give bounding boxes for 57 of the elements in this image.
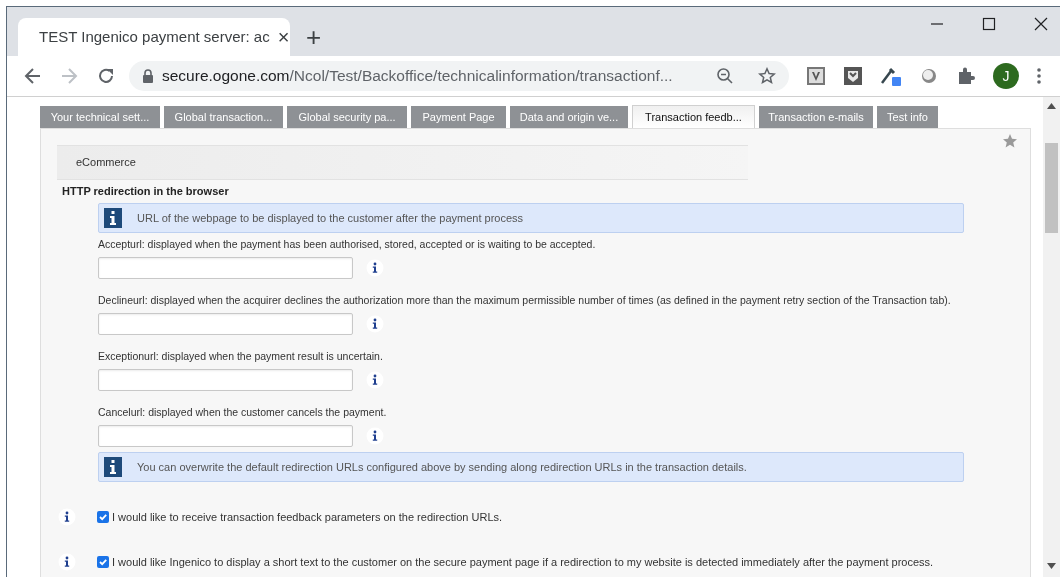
field-label: Accepturl: displayed when the payment has been authorised, stored, accepted or is waiting to be accepted. xyxy=(98,237,596,251)
eyedropper-icon[interactable] xyxy=(880,65,902,87)
info-icon xyxy=(104,208,122,228)
section-title: eCommerce xyxy=(76,155,136,171)
page-tab[interactable]: Global transaction... xyxy=(164,106,283,128)
profile-avatar[interactable]: J xyxy=(993,63,1019,89)
sphere-icon[interactable] xyxy=(919,66,939,86)
page-tab[interactable]: Transaction feedb... xyxy=(632,105,755,128)
page-tab[interactable]: Data and origin ve... xyxy=(510,106,628,128)
zoom-out-icon[interactable] xyxy=(716,67,734,85)
page-tab[interactable]: Test info xyxy=(877,106,938,128)
url-input-field[interactable] xyxy=(98,257,353,279)
scroll-up-icon[interactable] xyxy=(1047,103,1056,109)
url-text: secure.ogone.com/Ncol/Test/Backoffice/technicalinformation/transactionf... xyxy=(162,66,674,87)
info-icon[interactable] xyxy=(58,553,76,571)
field-label: Declineurl: displayed when the acquirer declines the authorization more than the maximum permissible number of times (as defined in the payment retry section of the Transaction tab). xyxy=(98,293,951,307)
info-icon[interactable] xyxy=(366,371,384,389)
star-icon[interactable] xyxy=(758,67,776,85)
info-icon[interactable] xyxy=(58,508,76,526)
field-label: Exceptionurl: displayed when the payment result is uncertain. xyxy=(98,349,383,363)
address-bar[interactable]: secure.ogone.com/Ncol/Test/Backoffice/technicalinformation/transactionf... xyxy=(129,61,789,91)
tab-title: TEST Ingenico payment server: ac xyxy=(39,26,270,47)
info-icon[interactable] xyxy=(366,259,384,277)
info-icon[interactable] xyxy=(366,315,384,333)
info-icon xyxy=(104,457,122,477)
scrollbar-thumb[interactable] xyxy=(1045,143,1058,233)
checkbox-label: I would like to receive transaction feedback parameters on the redirection URLs. xyxy=(112,509,503,525)
browser-tab[interactable]: TEST Ingenico payment server: ac × xyxy=(18,18,290,56)
section-heading: HTTP redirection in the browser xyxy=(62,184,230,198)
maximize-icon[interactable] xyxy=(980,15,998,33)
page-tab[interactable]: Payment Page xyxy=(411,106,506,128)
url-input-field[interactable] xyxy=(98,369,353,391)
extensions-icon[interactable] xyxy=(956,66,976,86)
url-input-field[interactable] xyxy=(98,425,353,447)
checkbox-label: I would like Ingenico to display a short text to the customer on the secure payment page if a redirection to my website is detected immediately after the payment process. xyxy=(112,554,934,570)
menu-icon[interactable] xyxy=(1036,67,1042,85)
page-tab[interactable]: Transaction e-mails xyxy=(759,106,873,128)
close-icon[interactable] xyxy=(1032,15,1050,33)
notice-text: URL of the webpage to be displayed to the customer after the payment process xyxy=(137,210,524,226)
favorite-star-icon[interactable] xyxy=(1002,133,1018,149)
page-tab[interactable]: Global security pa... xyxy=(287,106,407,128)
lock-icon xyxy=(142,69,154,83)
field-label: Cancelurl: displayed when the customer cancels the payment. xyxy=(98,405,387,419)
close-tab-icon[interactable]: × xyxy=(277,27,290,47)
scroll-down-icon[interactable] xyxy=(1047,563,1056,569)
info-icon[interactable] xyxy=(366,427,384,445)
scrollbar[interactable] xyxy=(1043,97,1060,577)
new-tab-button[interactable]: + xyxy=(306,24,322,50)
reload-icon[interactable] xyxy=(96,66,116,86)
shield-extension-icon[interactable] xyxy=(806,66,826,86)
url-input-field[interactable] xyxy=(98,313,353,335)
back-icon[interactable] xyxy=(23,66,43,86)
checkbox[interactable] xyxy=(97,511,109,523)
pocket-extension-icon[interactable] xyxy=(843,66,863,86)
checkbox[interactable] xyxy=(97,556,109,568)
notice-text: You can overwrite the default redirection URLs configured above by sending along redirection URLs in the transaction details. xyxy=(137,459,747,475)
page-tab[interactable]: Your technical sett... xyxy=(40,106,160,128)
